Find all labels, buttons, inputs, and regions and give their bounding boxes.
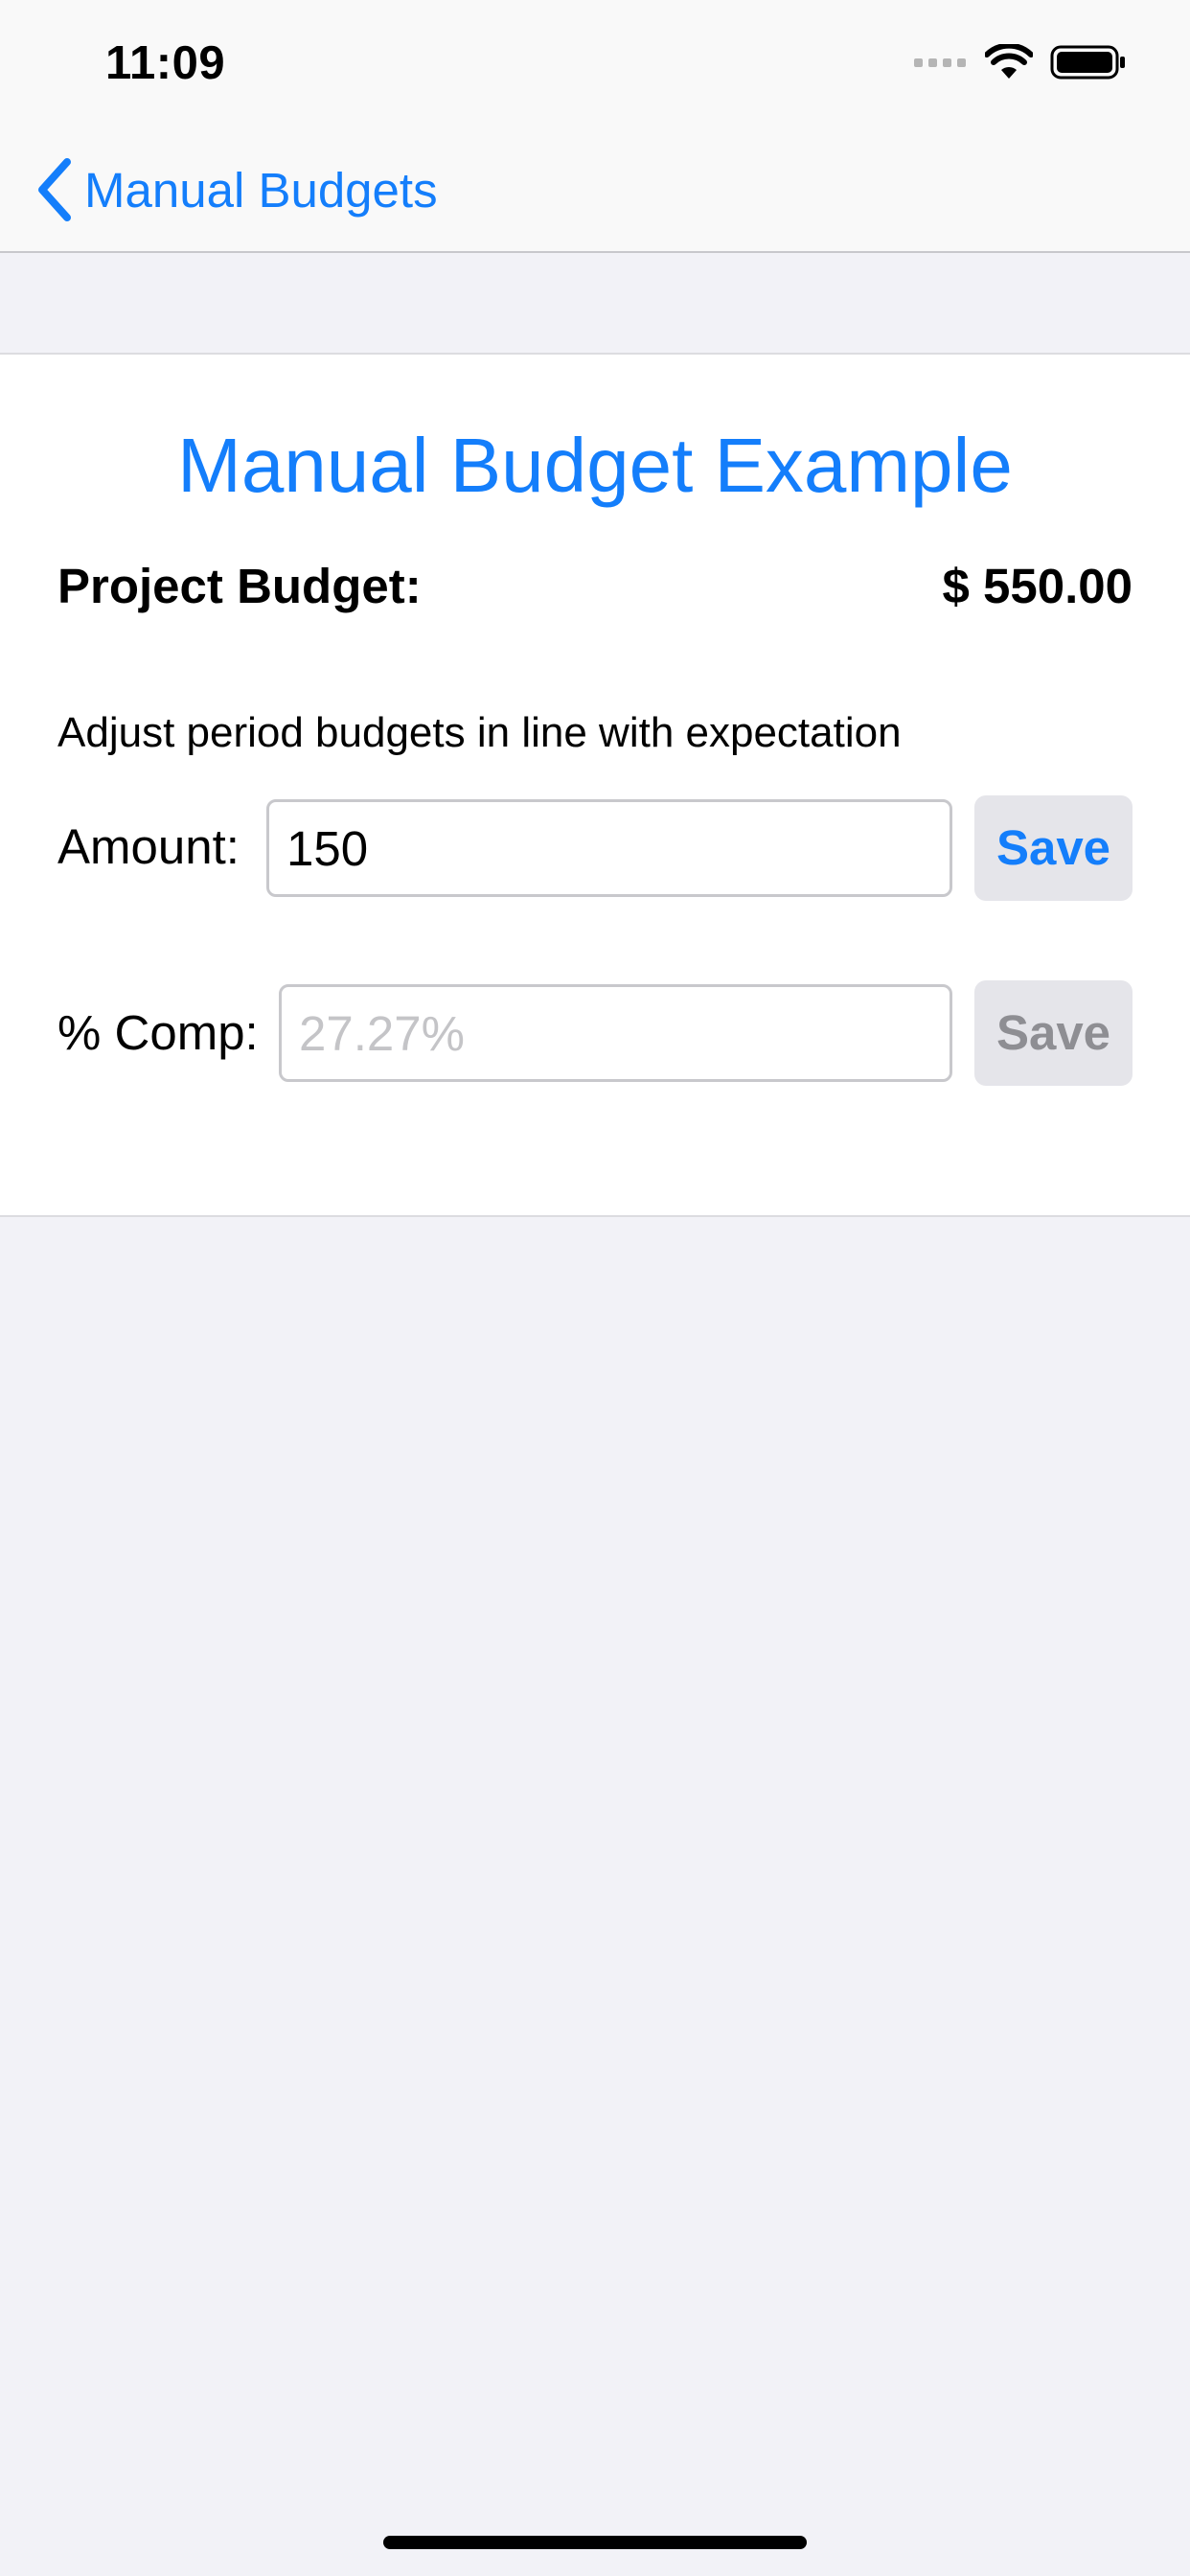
status-time: 11:09 xyxy=(105,37,226,89)
status-icons xyxy=(914,44,1127,80)
cellular-signal-icon xyxy=(914,58,966,67)
amount-label: Amount: xyxy=(57,819,240,874)
wifi-icon xyxy=(985,44,1033,79)
percent-complete-input[interactable] xyxy=(279,984,952,1082)
budget-card: Manual Budget Example Project Budget: $ … xyxy=(0,353,1190,1217)
save-amount-button[interactable]: Save xyxy=(974,795,1133,901)
adjust-hint-text: Adjust period budgets in line with expec… xyxy=(57,709,902,756)
amount-input[interactable] xyxy=(266,799,952,897)
back-button-label: Manual Budgets xyxy=(84,162,438,218)
save-percent-complete-button[interactable]: Save xyxy=(974,980,1133,1086)
status-bar: 11:09 xyxy=(0,0,1190,126)
chevron-left-icon xyxy=(38,158,71,221)
battery-icon xyxy=(1050,45,1125,80)
navigation-bar: Manual Budgets xyxy=(0,126,1190,253)
home-indicator[interactable] xyxy=(383,2536,807,2549)
back-button[interactable]: Manual Budgets xyxy=(34,155,438,224)
project-budget-value: $ 550.00 xyxy=(942,559,1133,613)
percent-complete-label: % Comp: xyxy=(57,1005,259,1060)
page-title: Manual Budget Example xyxy=(177,423,1013,508)
project-budget-label: Project Budget: xyxy=(57,559,422,613)
